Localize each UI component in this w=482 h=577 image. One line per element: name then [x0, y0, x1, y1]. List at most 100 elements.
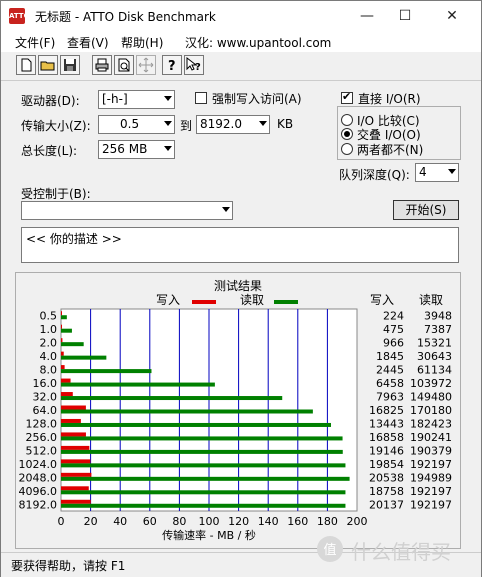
- new-icon[interactable]: [16, 55, 36, 75]
- read-value: 30643: [417, 350, 452, 363]
- app-window: ATTO 无标题 - ATTO Disk Benchmark — ☐ ✕ 文件(…: [0, 0, 482, 577]
- write-value: 16858: [369, 431, 404, 444]
- y-tick-label: 32.0: [33, 391, 58, 404]
- read-value: 192197: [410, 458, 452, 471]
- radio-neither-label: 两者都不(N): [357, 143, 424, 157]
- watermark-logo: 值: [317, 536, 343, 562]
- write-value: 13443: [369, 417, 404, 430]
- x-tick-label: 200: [347, 515, 368, 528]
- app-icon: ATTO: [9, 8, 30, 24]
- start-button[interactable]: 开始(S): [393, 200, 459, 220]
- watermark: 值 什么值得买: [315, 534, 475, 564]
- read-value: 15321: [417, 337, 452, 350]
- y-tick-label: 4.0: [40, 350, 58, 363]
- write-bar: [61, 432, 86, 437]
- x-tick-label: 0: [58, 515, 65, 528]
- write-bar: [61, 311, 62, 316]
- write-value: 19146: [369, 444, 404, 457]
- move-icon[interactable]: [136, 55, 156, 75]
- title-bar: ATTO 无标题 - ATTO Disk Benchmark — ☐ ✕: [1, 1, 481, 32]
- controlled-by-select[interactable]: [21, 201, 233, 220]
- x-axis-label: 传输速率 - MB / 秒: [162, 528, 256, 542]
- chevron-down-icon: [164, 121, 172, 126]
- menu-translation-link[interactable]: 汉化: www.upantool.com: [185, 34, 331, 51]
- print-preview-icon[interactable]: [114, 55, 134, 75]
- direct-io-checkbox[interactable]: [341, 90, 353, 104]
- force-write-checkbox[interactable]: [195, 92, 207, 104]
- read-column-header: 读取: [419, 293, 443, 307]
- x-tick-label: 140: [258, 515, 279, 528]
- write-bar: [61, 472, 92, 477]
- read-bar: [61, 409, 313, 414]
- x-tick-label: 40: [113, 515, 127, 528]
- read-bar: [61, 328, 72, 333]
- read-value: 190241: [410, 431, 452, 444]
- write-bar: [61, 338, 63, 343]
- read-value: 194989: [410, 471, 452, 484]
- write-bar: [61, 324, 62, 329]
- transfer-from-select[interactable]: 0.5: [98, 115, 175, 134]
- y-tick-label: 128.0: [26, 417, 58, 430]
- write-value: 966: [383, 337, 404, 350]
- read-value: 170180: [410, 404, 452, 417]
- radio-overlap[interactable]: [341, 128, 353, 140]
- transfer-to-select[interactable]: 8192.0: [196, 115, 270, 134]
- status-text: 要获得帮助，请按 F1: [11, 559, 126, 573]
- total-length-select[interactable]: 256 MB: [98, 140, 175, 159]
- radio-io-compare[interactable]: [341, 114, 353, 126]
- write-bar: [61, 486, 89, 491]
- to-label: 到: [180, 119, 193, 133]
- write-bar: [61, 459, 91, 464]
- read-value: 190379: [410, 444, 452, 457]
- menu-file[interactable]: 文件(F): [15, 34, 55, 51]
- toolbar: ? ?: [1, 53, 481, 81]
- description-box[interactable]: << 你的描述 >>: [21, 227, 459, 263]
- read-bar: [61, 490, 346, 495]
- menu-help[interactable]: 帮助(H): [121, 34, 163, 51]
- window-title: 无标题 - ATTO Disk Benchmark: [35, 10, 216, 24]
- read-bar: [61, 436, 343, 441]
- chevron-down-icon: [164, 96, 172, 101]
- y-tick-label: 4096.0: [19, 485, 58, 498]
- legend-read-label: 读取: [240, 293, 264, 307]
- print-icon[interactable]: [92, 55, 112, 75]
- radio-neither[interactable]: [341, 143, 353, 155]
- y-tick-label: 16.0: [33, 377, 58, 390]
- read-bar: [61, 476, 350, 481]
- write-bar: [61, 351, 64, 356]
- x-tick-label: 160: [287, 515, 308, 528]
- close-button[interactable]: ✕: [429, 1, 475, 32]
- save-icon[interactable]: [60, 55, 80, 75]
- context-help-icon[interactable]: ?: [184, 55, 204, 75]
- x-tick-label: 180: [317, 515, 338, 528]
- total-length-label: 总长度(L):: [21, 144, 78, 158]
- y-tick-label: 8.0: [40, 364, 58, 377]
- svg-text:?: ?: [168, 59, 176, 74]
- y-tick-label: 2048.0: [19, 471, 58, 484]
- y-tick-label: 8192.0: [19, 498, 58, 511]
- read-bar: [61, 422, 331, 427]
- write-bar: [61, 405, 86, 410]
- x-tick-label: 60: [143, 515, 157, 528]
- write-bar: [61, 378, 71, 383]
- y-tick-label: 2.0: [40, 337, 58, 350]
- queue-depth-select[interactable]: 4: [415, 163, 459, 182]
- menu-view[interactable]: 查看(V): [67, 34, 109, 51]
- read-value: 61134: [417, 364, 452, 377]
- legend-read-swatch: [274, 300, 298, 304]
- open-icon[interactable]: [38, 55, 58, 75]
- write-bar: [61, 445, 90, 450]
- read-bar: [61, 369, 152, 374]
- write-value: 18758: [369, 485, 404, 498]
- write-value: 224: [383, 310, 404, 323]
- write-value: 20538: [369, 471, 404, 484]
- chevron-down-icon: [448, 169, 456, 174]
- help-icon[interactable]: ?: [162, 55, 182, 75]
- direct-io-label: 直接 I/O(R): [358, 92, 421, 106]
- drive-select[interactable]: [-h-]: [98, 90, 175, 109]
- x-tick-label: 80: [172, 515, 186, 528]
- read-value: 149480: [410, 391, 452, 404]
- read-value: 192197: [410, 485, 452, 498]
- maximize-button[interactable]: ☐: [382, 1, 428, 32]
- description-text: << 你的描述 >>: [26, 232, 122, 246]
